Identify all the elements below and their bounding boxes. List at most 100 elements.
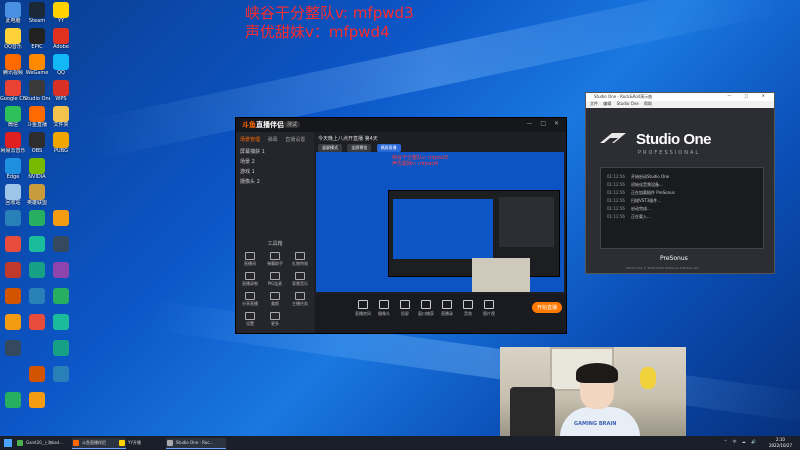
tool-icon — [270, 292, 280, 300]
desktop-icon[interactable] — [24, 288, 50, 304]
bottom-tool-button[interactable]: 窗口捕获 — [417, 300, 435, 317]
menu-help[interactable]: 帮助 — [644, 101, 652, 106]
scene-item[interactable]: 屏幕捕获 1 — [240, 148, 265, 155]
desktop-icon[interactable] — [0, 392, 26, 408]
window-controls[interactable]: — □ ✕ — [526, 120, 562, 127]
desktop-icon[interactable]: YY — [48, 2, 74, 24]
desktop-icon[interactable] — [48, 340, 74, 356]
menu-file[interactable]: 文件 — [590, 101, 598, 106]
app-icon — [5, 28, 21, 44]
scene-item[interactable]: 游戏 1 — [240, 168, 255, 175]
tool-icon — [379, 300, 389, 309]
taskbar-item[interactable]: Gaint20_上海kad... — [16, 438, 78, 448]
desktop-icon[interactable]: Edge — [0, 158, 26, 180]
toolbox-item[interactable]: 设置 — [238, 312, 262, 327]
desktop-icon[interactable]: 微信 — [0, 106, 26, 128]
desktop-icon[interactable] — [24, 210, 50, 226]
toolbox-item[interactable]: 美颜 — [263, 292, 287, 307]
desktop-icon[interactable] — [24, 392, 50, 408]
sidebar-tabs[interactable]: 场景管理 弹幕 直播设置 — [240, 136, 311, 143]
desktop-icon[interactable]: WPS — [48, 80, 74, 102]
desktop-icon[interactable]: NVIDIA — [24, 158, 50, 180]
desktop-icon[interactable]: Google Chrome — [0, 80, 26, 102]
studio-one-window[interactable]: Studio One - Rock&Roll演示曲 — □ ✕ 文件 编辑 St… — [585, 92, 775, 274]
desktop-icon[interactable] — [24, 314, 50, 330]
desktop-icon[interactable] — [24, 236, 50, 252]
desktop-icon[interactable] — [48, 366, 74, 382]
tool-icon — [295, 272, 305, 280]
taskbar-item[interactable]: Studio One - Roc... — [166, 438, 226, 449]
desktop-icon[interactable]: 斗鱼直播 — [24, 106, 50, 128]
live-app-window[interactable]: 斗鱼直播伴侣 测试 — □ ✕ 场景管理 弹幕 直播设置 屏幕捕获 1 场景 2… — [235, 117, 567, 334]
toolbox-item[interactable]: 更多 — [263, 312, 287, 327]
desktop-icon[interactable]: QQ — [48, 54, 74, 76]
tab-settings[interactable]: 直播设置 — [285, 137, 305, 143]
toolbox-item[interactable]: PK/连麦 — [263, 272, 287, 287]
desktop-icon[interactable] — [24, 366, 50, 382]
bottom-tool-button[interactable]: 图片视 — [480, 300, 498, 317]
toolbox-item[interactable]: 弹幕助手 — [263, 252, 287, 267]
desktop-icon[interactable] — [0, 288, 26, 304]
studio-one-titlebar[interactable]: Studio One - Rock&Roll演示曲 — □ ✕ — [586, 93, 774, 101]
desktop-icon[interactable]: EPIC — [24, 28, 50, 50]
app-icon — [29, 184, 45, 200]
desktop-icon[interactable]: 此电脑 — [0, 2, 26, 24]
desktop-icon[interactable]: 回收站 — [0, 184, 26, 206]
desktop-icon[interactable] — [48, 236, 74, 252]
desktop-icon[interactable] — [0, 236, 26, 252]
desktop-icon[interactable] — [48, 262, 74, 278]
app-icon — [5, 288, 21, 304]
app-icon — [5, 314, 21, 330]
start-live-button[interactable]: 开始直播 — [531, 302, 562, 313]
toolbox-item[interactable]: 直播间 — [238, 252, 262, 267]
desktop-icon[interactable]: Adobe — [48, 28, 74, 50]
menu-edit[interactable]: 编辑 — [603, 101, 611, 106]
toolbox-item[interactable]: 主播任务 — [288, 292, 312, 307]
tool-icon — [270, 252, 280, 260]
toolbox-item[interactable]: 直播录制 — [238, 272, 262, 287]
scene-item[interactable]: 摄像头 2 — [240, 178, 260, 185]
desktop-icon[interactable] — [0, 262, 26, 278]
desktop-icon[interactable] — [48, 288, 74, 304]
start-icon[interactable] — [4, 439, 12, 447]
desktop-icon-label: 英雄联盟 — [26, 200, 47, 206]
desktop-icon[interactable]: Steam — [24, 2, 50, 24]
desktop-icon[interactable]: WeGame — [24, 54, 50, 76]
desktop-icon[interactable]: PUBG — [48, 132, 74, 154]
desktop-icon[interactable] — [0, 340, 26, 356]
desktop-icon[interactable]: QQ音乐 — [0, 28, 26, 50]
bottom-tool-button[interactable]: 音效 — [459, 300, 477, 317]
toolbox-item[interactable]: 分享直播 — [238, 292, 262, 307]
desktop-icon[interactable]: OBS — [24, 132, 50, 154]
bottom-tool-button[interactable]: 直播房间 — [354, 300, 372, 317]
desktop-icon[interactable] — [0, 210, 26, 226]
full-preview-button[interactable]: 全屏预览 — [347, 144, 372, 152]
desktop-icon[interactable]: 英雄联盟 — [24, 184, 50, 206]
live-app-titlebar[interactable]: 斗鱼直播伴侣 测试 — □ ✕ — [236, 118, 566, 132]
desktop-icon[interactable]: 网易云音乐 — [0, 132, 26, 154]
desktop-icon[interactable]: Studio One — [24, 80, 50, 102]
scene-item[interactable]: 场景 2 — [240, 158, 255, 165]
taskbar-clock[interactable]: 2:10 2022/10/27 — [769, 437, 792, 449]
menu-studio-one[interactable]: Studio One — [617, 101, 639, 106]
desktop-icon[interactable]: 文件夹 — [48, 106, 74, 128]
bottom-tool-button[interactable]: 摄像头 — [375, 300, 393, 317]
toolbox-item[interactable]: 背景音乐 — [288, 272, 312, 287]
log-row: 01:12:56 正在加载插件 PreSonus — [607, 190, 675, 195]
bottom-tool-button[interactable]: 投屏 — [396, 300, 414, 317]
desktop-icon[interactable] — [48, 210, 74, 226]
bottom-tool-button[interactable]: 直播录 — [438, 300, 456, 317]
window-controls[interactable]: — □ ✕ — [727, 93, 771, 98]
toolbox-item[interactable]: 礼物特效 — [288, 252, 312, 267]
desktop-icon[interactable] — [24, 262, 50, 278]
desktop-icon[interactable] — [48, 314, 74, 330]
portrait-mode-button[interactable]: 竖屏模式 — [318, 144, 342, 152]
app-icon — [29, 366, 45, 382]
tab-scenes[interactable]: 场景管理 — [240, 137, 260, 143]
taskbar-item[interactable]: YY开播 — [118, 438, 172, 448]
desktop-icon[interactable] — [0, 314, 26, 330]
system-tray[interactable]: ^ 中 ☁ 🔊 — [724, 439, 758, 445]
landscape-live-button[interactable]: 横屏直播 — [376, 144, 401, 152]
desktop-icon[interactable]: 腾讯视频 — [0, 54, 26, 76]
tab-danmaku[interactable]: 弹幕 — [268, 137, 278, 143]
